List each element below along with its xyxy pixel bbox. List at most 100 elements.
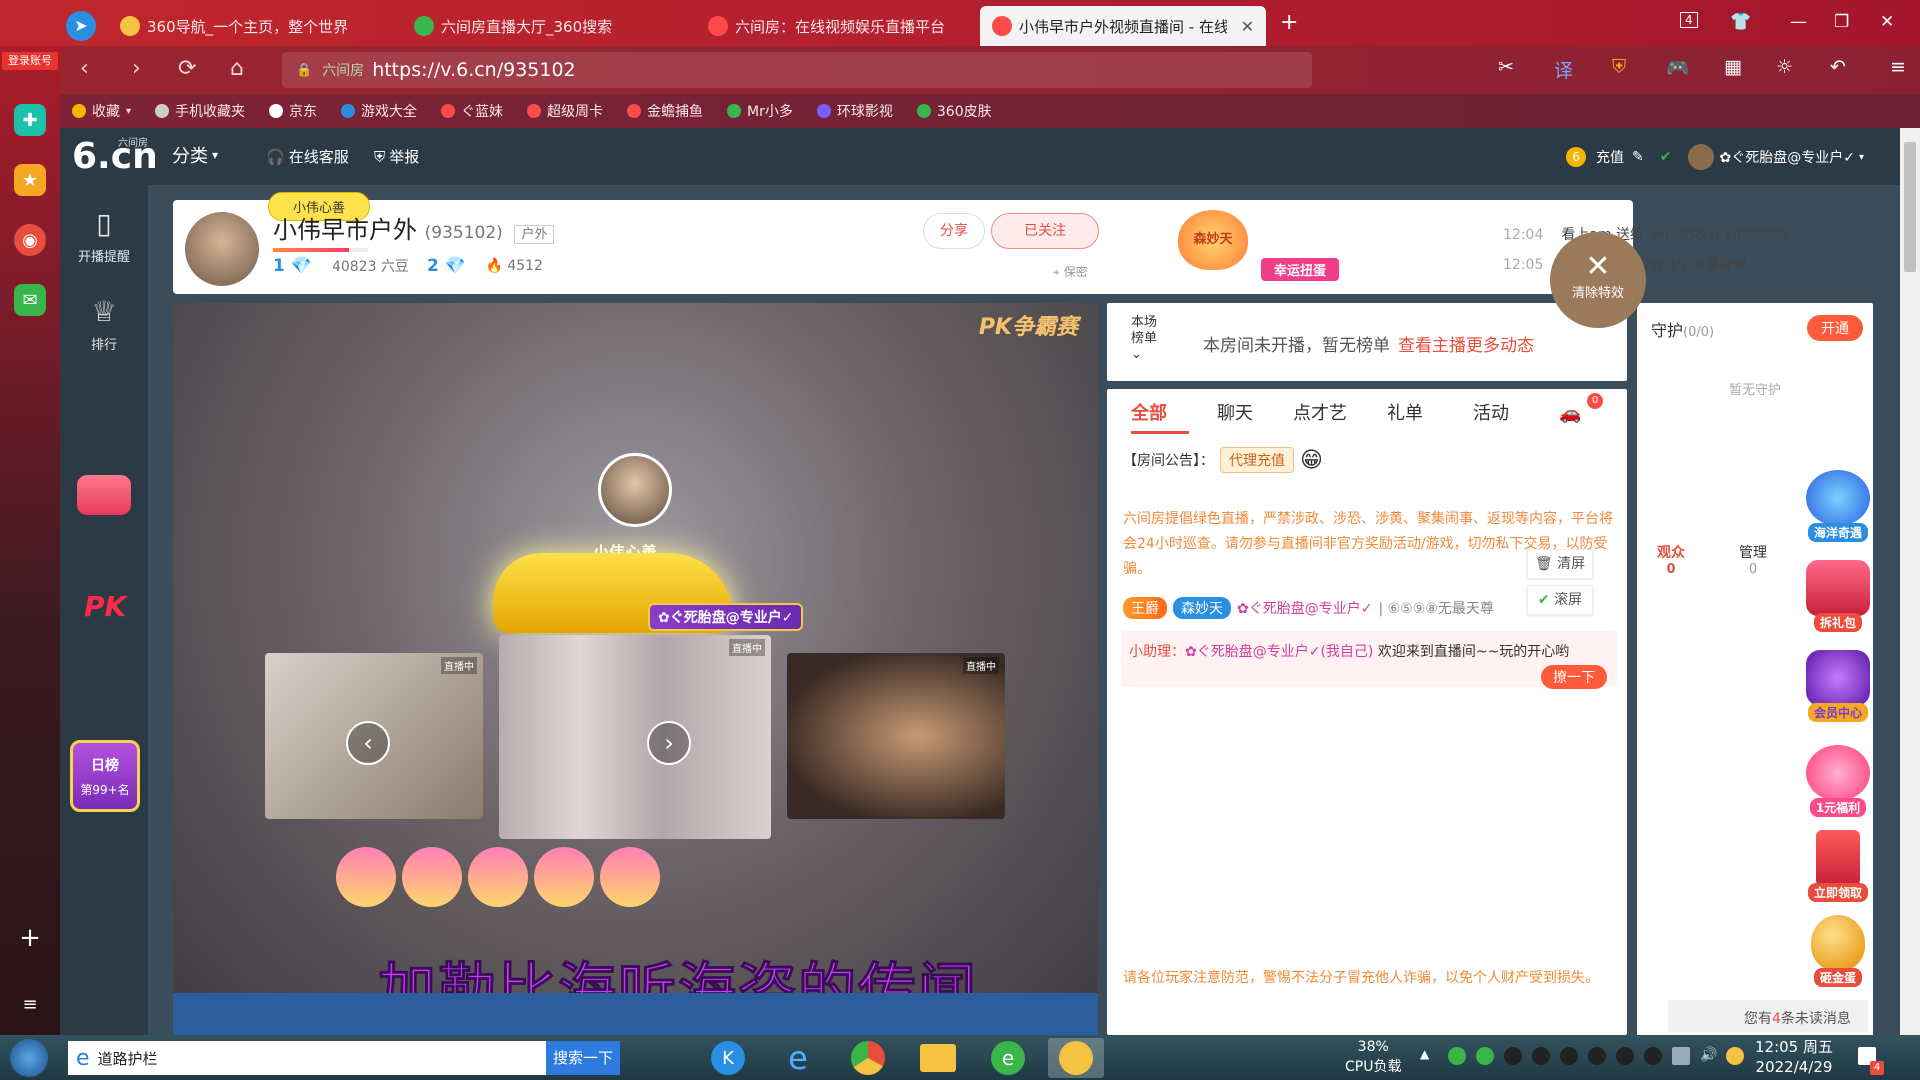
sidebar-plugin-icon[interactable]: ✚	[14, 104, 46, 136]
bookmark-item[interactable]: ぐ蓝妹	[441, 101, 503, 121]
tray-qq-icon[interactable]	[1560, 1047, 1578, 1065]
tab-360-nav[interactable]: 360导航_一个主页，整个世界	[108, 6, 398, 46]
ie-icon[interactable]: e	[770, 1038, 826, 1078]
tray-arrow-icon[interactable]: ▲	[1420, 1047, 1438, 1065]
menu-icon[interactable]: ≡	[1890, 56, 1906, 78]
agent-recharge-tag[interactable]: 代理充值	[1220, 447, 1294, 473]
new-tab-button[interactable]: +	[1280, 10, 1298, 35]
menu-list-icon[interactable]: ≡	[14, 988, 46, 1020]
page-scrollbar[interactable]	[1900, 128, 1920, 1035]
bookmark-item[interactable]: 金蟾捕鱼	[627, 101, 703, 121]
tab-count-button[interactable]: 4	[1680, 12, 1698, 28]
tray-shield-icon[interactable]	[1448, 1047, 1466, 1065]
tab-close-icon[interactable]: ✕	[1241, 17, 1254, 36]
undo-icon[interactable]: ↶	[1830, 56, 1846, 78]
back-button[interactable]: ‹	[80, 56, 89, 81]
chrome-icon[interactable]	[840, 1038, 896, 1078]
bookmark-item[interactable]: 环球影视	[816, 101, 893, 121]
prev-arrow-icon[interactable]: ‹	[346, 721, 390, 765]
search-button[interactable]: 搜索一下	[546, 1041, 620, 1075]
clock[interactable]: 12:05 周五 2022/4/29	[1755, 1037, 1833, 1077]
claim-now-widget[interactable]: 立即领取	[1800, 830, 1876, 902]
bookmark-item[interactable]: 收藏 ▾	[72, 101, 131, 121]
tray-app-icon[interactable]	[1726, 1047, 1744, 1065]
unread-messages[interactable]: 您有4条未读消息	[1668, 1000, 1868, 1032]
heart-badge[interactable]: 森妙天	[1178, 210, 1248, 270]
url-text[interactable]: https://v.6.cn/935102	[372, 59, 575, 81]
tray-qq-icon[interactable]	[1532, 1047, 1550, 1065]
nav-ranking[interactable]: ♕ 排行	[60, 295, 148, 353]
next-arrow-icon[interactable]: ›	[647, 721, 691, 765]
clear-effects-button[interactable]: ✕ 清除特效	[1550, 232, 1646, 328]
open-guard-button[interactable]: 开通	[1807, 315, 1863, 341]
address-bar[interactable]: 🔒 六间房 https://v.6.cn/935102	[282, 52, 1312, 88]
nav-customer-service[interactable]: 🎧 在线客服	[266, 146, 349, 167]
nav-category[interactable]: 分类 ▾	[172, 142, 222, 168]
scroll-screen-button[interactable]: ✔ 滚屏	[1527, 585, 1593, 615]
bookmark-item[interactable]: 超级周卡	[527, 101, 603, 121]
bookmark-item[interactable]: 手机收藏夹	[155, 101, 245, 121]
video-player[interactable]: PK争霸赛 小伟心善 ✿ぐ死胎盘@专业户✓ 直播中 直播中 直播中 ‹ › 加勒…	[173, 303, 1098, 1035]
mail-icon[interactable]: ✉	[14, 284, 46, 316]
recommended-stream[interactable]: 直播中	[499, 635, 771, 839]
restore-button[interactable]: ❐	[1834, 12, 1849, 32]
close-window-button[interactable]: ✕	[1880, 12, 1894, 32]
taskbar-search[interactable]: e 道路护栏 搜索一下	[68, 1041, 620, 1075]
favorites-star-icon[interactable]: ★	[14, 164, 46, 196]
tab-audience[interactable]: 观众 0	[1657, 542, 1685, 577]
bookmark-item[interactable]: 360皮肤	[916, 101, 992, 121]
pk-button[interactable]: PK	[84, 590, 126, 623]
tab-chat[interactable]: 聊天	[1217, 399, 1253, 425]
translate-icon[interactable]: 译	[1554, 56, 1573, 83]
bookmark-item[interactable]: Mr小多	[727, 101, 793, 121]
grid-icon[interactable]: ▦	[1724, 56, 1742, 78]
tray-qq-icon[interactable]	[1616, 1047, 1634, 1065]
category-tag[interactable]: 户外	[514, 225, 555, 244]
clear-screen-button[interactable]: 🗑 清屏	[1527, 549, 1593, 579]
recommended-stream[interactable]: 直播中	[787, 653, 1005, 819]
poke-button[interactable]: 撩一下	[1541, 665, 1607, 689]
tray-360-icon[interactable]	[1476, 1047, 1494, 1065]
nav-live-reminder[interactable]: ▯ 开播提醒	[60, 207, 148, 265]
avatar[interactable]	[1687, 144, 1714, 170]
tab-6cn-home[interactable]: 六间房：在线视频娱乐直播平台	[696, 6, 986, 46]
lucky-egg-button[interactable]: 幸运扭蛋	[1261, 206, 1339, 816]
home-button[interactable]: ⌂	[230, 56, 244, 81]
car-icon[interactable]: 🚗	[1559, 403, 1581, 424]
share-button[interactable]: 分享	[923, 213, 985, 249]
site-logo[interactable]: 六间房 6.cn	[72, 136, 158, 177]
rank-label[interactable]: 本场 榜单 ⌄	[1131, 315, 1157, 363]
folder-icon[interactable]	[910, 1038, 966, 1078]
brightness-icon[interactable]: ☼	[1776, 56, 1793, 78]
host-avatar[interactable]	[598, 453, 672, 527]
tab-activity[interactable]: 活动	[1473, 399, 1509, 425]
tray-volume-icon[interactable]: 🔊	[1700, 1047, 1718, 1065]
member-center-widget[interactable]: 会员中心	[1800, 650, 1876, 722]
search-input[interactable]: 道路护栏	[98, 1048, 158, 1069]
scrollbar-thumb[interactable]	[1904, 142, 1916, 272]
user-name[interactable]: ✿ぐ死胎盘@专业户✓	[1237, 598, 1372, 618]
tray-qq-icon[interactable]	[1504, 1047, 1522, 1065]
tab-all[interactable]: 全部	[1131, 399, 1167, 425]
daily-rank-badge[interactable]: 日榜 第99+名	[70, 740, 140, 812]
chevron-down-icon[interactable]: ▾	[1859, 152, 1864, 163]
nav-report[interactable]: ⛨ 举报	[374, 146, 419, 167]
add-icon[interactable]: +	[14, 922, 46, 954]
address-shortcut-icon[interactable]: ➤	[66, 6, 106, 46]
recharge-link[interactable]: 充值	[1596, 147, 1624, 167]
scissors-icon[interactable]: ✂	[1498, 56, 1514, 78]
game-icon[interactable]: 🎮	[1666, 56, 1690, 79]
golden-egg-widget[interactable]: 砸金蛋	[1800, 915, 1876, 987]
weibo-icon[interactable]: ◉	[14, 224, 46, 256]
one-yuan-widget[interactable]: 1元福利	[1800, 745, 1876, 817]
kugou-icon[interactable]: K	[700, 1038, 756, 1078]
tab-gifts[interactable]: 礼单	[1387, 399, 1423, 425]
minimize-button[interactable]: —	[1790, 12, 1807, 32]
edit-icon[interactable]: ✎	[1632, 149, 1644, 165]
bookmark-item[interactable]: 游戏大全	[341, 101, 417, 121]
anchor-avatar[interactable]	[185, 212, 259, 286]
live-show-badge[interactable]	[60, 475, 148, 519]
shield-icon[interactable]: ⛨	[1612, 56, 1626, 78]
tray-qq-icon[interactable]	[1588, 1047, 1606, 1065]
tab-live-room[interactable]: 小伟早市户外视频直播间 - 在线 ✕	[980, 6, 1266, 46]
